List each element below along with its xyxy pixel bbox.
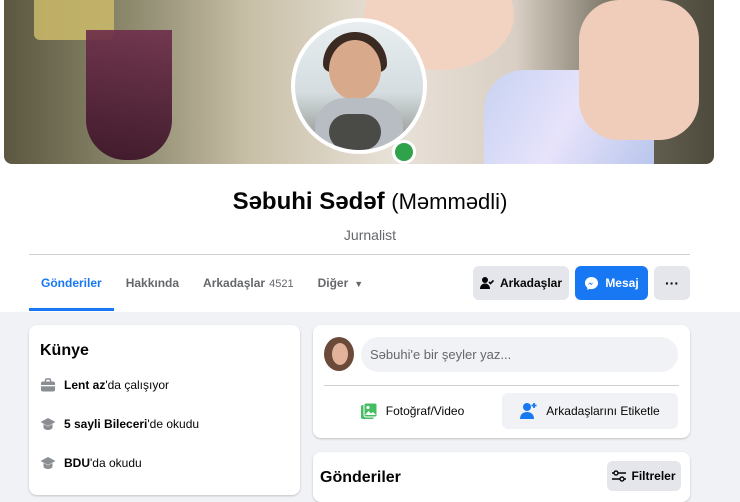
tag-friends-icon bbox=[520, 402, 538, 420]
messenger-icon bbox=[584, 276, 599, 291]
workplace-link[interactable]: Lent az bbox=[64, 378, 105, 392]
header-divider bbox=[29, 254, 690, 255]
intro-item-school: 5 sayli Bileceri'de okudu bbox=[40, 416, 199, 432]
profile-tabs: Gönderiler Hakkında Arkadaşlar 4521 Diğer… bbox=[29, 256, 375, 312]
composer-avatar[interactable] bbox=[324, 337, 354, 371]
profile-primary-name: Səbuhi Sədəf bbox=[232, 188, 385, 215]
tab-friends[interactable]: Arkadaşlar 4521 bbox=[191, 256, 306, 310]
profile-bio: Jurnalist bbox=[343, 227, 397, 243]
graduation-cap-icon bbox=[40, 455, 56, 471]
online-status-indicator bbox=[392, 140, 416, 164]
posts-card: Gönderiler Filtreler bbox=[313, 452, 690, 502]
compose-post-input[interactable]: Səbuhi'e bir şeyler yaz... bbox=[361, 337, 678, 372]
friends-count: 4521 bbox=[269, 278, 294, 290]
message-button[interactable]: Mesaj bbox=[575, 266, 648, 300]
university-link[interactable]: BDU bbox=[64, 456, 90, 470]
caret-down-icon: ▼ bbox=[354, 279, 364, 289]
more-options-button[interactable]: ··· bbox=[654, 266, 690, 300]
tag-friends-button[interactable]: Arkadaşlarını Etiketle bbox=[502, 393, 678, 429]
tab-posts[interactable]: Gönderiler bbox=[29, 256, 114, 311]
profile-name: Səbuhi Sədəf (Məmmədli) bbox=[0, 188, 740, 216]
friends-button[interactable]: Arkadaşlar bbox=[473, 266, 569, 300]
intro-item-university: BDU'da okudu bbox=[40, 455, 142, 471]
tab-more[interactable]: Diğer ▼ bbox=[306, 256, 376, 310]
intro-title: Künye bbox=[40, 342, 89, 359]
intro-item-work: Lent az'da çalışıyor bbox=[40, 377, 169, 393]
profile-avatar[interactable] bbox=[295, 22, 423, 150]
post-composer: Səbuhi'e bir şeyler yaz... Fotoğraf/Vide… bbox=[313, 325, 690, 438]
filter-sliders-icon bbox=[612, 470, 627, 482]
profile-header: Səbuhi Sədəf (Məmmədli) Jurnalist Gönder… bbox=[0, 0, 740, 312]
filters-button[interactable]: Filtreler bbox=[607, 461, 681, 491]
photo-icon bbox=[360, 402, 378, 420]
posts-title: Gönderiler bbox=[320, 469, 401, 486]
photo-video-button[interactable]: Fotoğraf/Video bbox=[324, 393, 500, 429]
friend-check-icon bbox=[479, 276, 494, 290]
profile-alternate-name: (Məmmədli) bbox=[391, 189, 508, 214]
tab-about[interactable]: Hakkında bbox=[114, 256, 191, 310]
more-options-icon: ··· bbox=[665, 275, 679, 291]
briefcase-icon bbox=[40, 377, 56, 393]
graduation-cap-icon bbox=[40, 416, 56, 432]
intro-card: Künye Lent az'da çalışıyor 5 sayli Bilec… bbox=[29, 325, 300, 495]
school-link[interactable]: 5 sayli Bileceri bbox=[64, 417, 147, 431]
